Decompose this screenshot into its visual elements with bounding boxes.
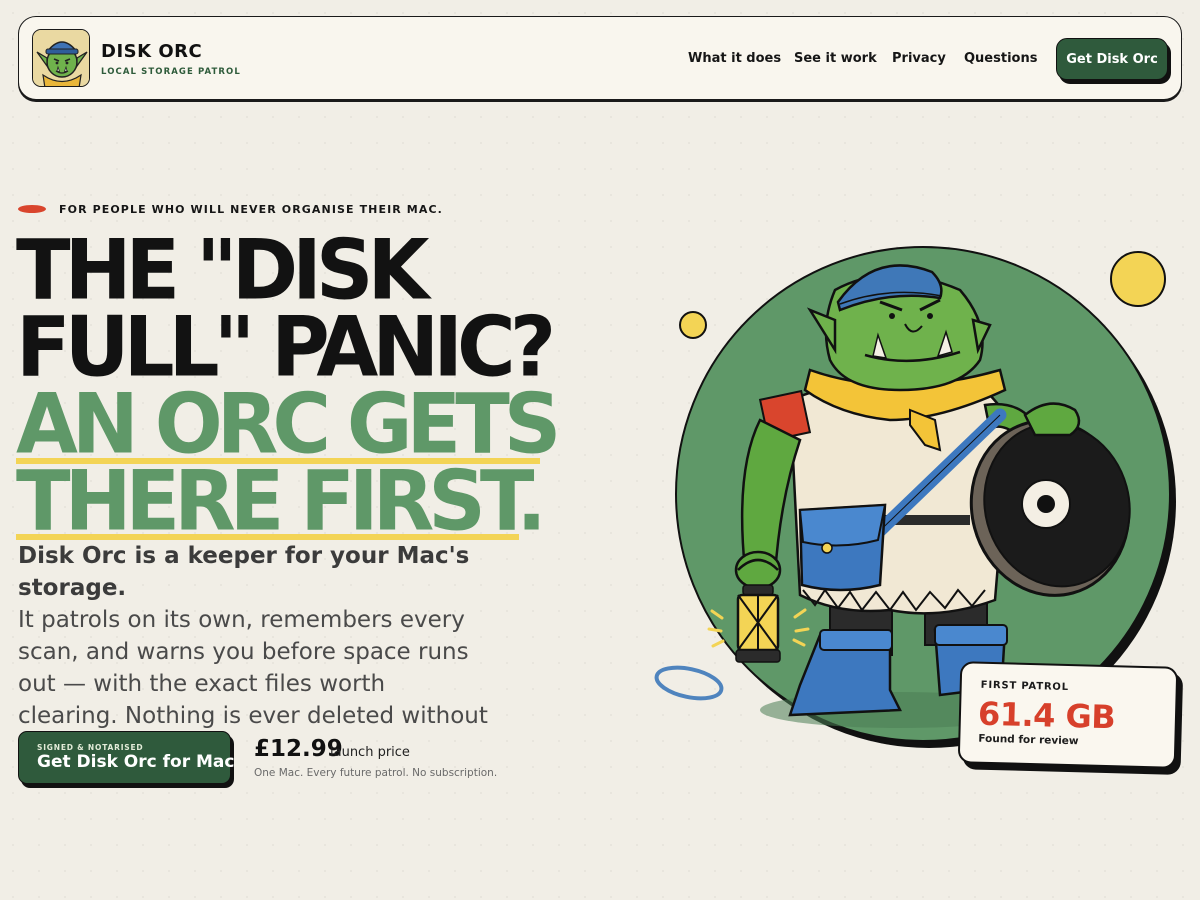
nav-link-what-it-does[interactable]: What it does [688,51,781,66]
headline-line-4: THERE FIRST. [16,452,547,550]
first-patrol-sub: Found for review [978,732,1079,748]
first-patrol-card: FIRST PATROL 61.4 GB Found for review [957,661,1179,769]
orc-logo-icon[interactable] [32,29,90,87]
nav-link-see-it-work[interactable]: See it work [794,51,877,66]
nav-link-questions[interactable]: Questions [964,51,1037,66]
get-disk-orc-nav-button[interactable]: Get Disk Orc [1056,38,1168,80]
eyebrow-dash [18,205,46,213]
brand-tagline: LOCAL STORAGE PATROL [101,67,241,77]
first-patrol-value: 61.4 GB [977,694,1116,737]
nav-link-privacy[interactable]: Privacy [892,51,946,66]
hero-eyebrow: FOR PEOPLE WHO WILL NEVER ORGANISE THEIR… [59,203,443,216]
hero-lead-bold: Disk Orc is a keeper for your Mac's stor… [18,543,470,601]
get-disk-orc-for-mac-button[interactable]: SIGNED & NOTARISED Get Disk Orc for Mac [18,731,235,784]
brand-name[interactable]: DISK ORC [101,41,202,62]
price-subtext: One Mac. Every future patrol. No subscri… [254,767,498,779]
cta-signed-label: SIGNED & NOTARISED [37,743,144,752]
price-note: launch price [330,745,410,760]
first-patrol-label: FIRST PATROL [980,679,1070,694]
cta-main-label: Get Disk Orc for Mac [37,752,235,772]
top-nav: DISK ORC LOCAL STORAGE PATROL What it do… [18,16,1182,100]
